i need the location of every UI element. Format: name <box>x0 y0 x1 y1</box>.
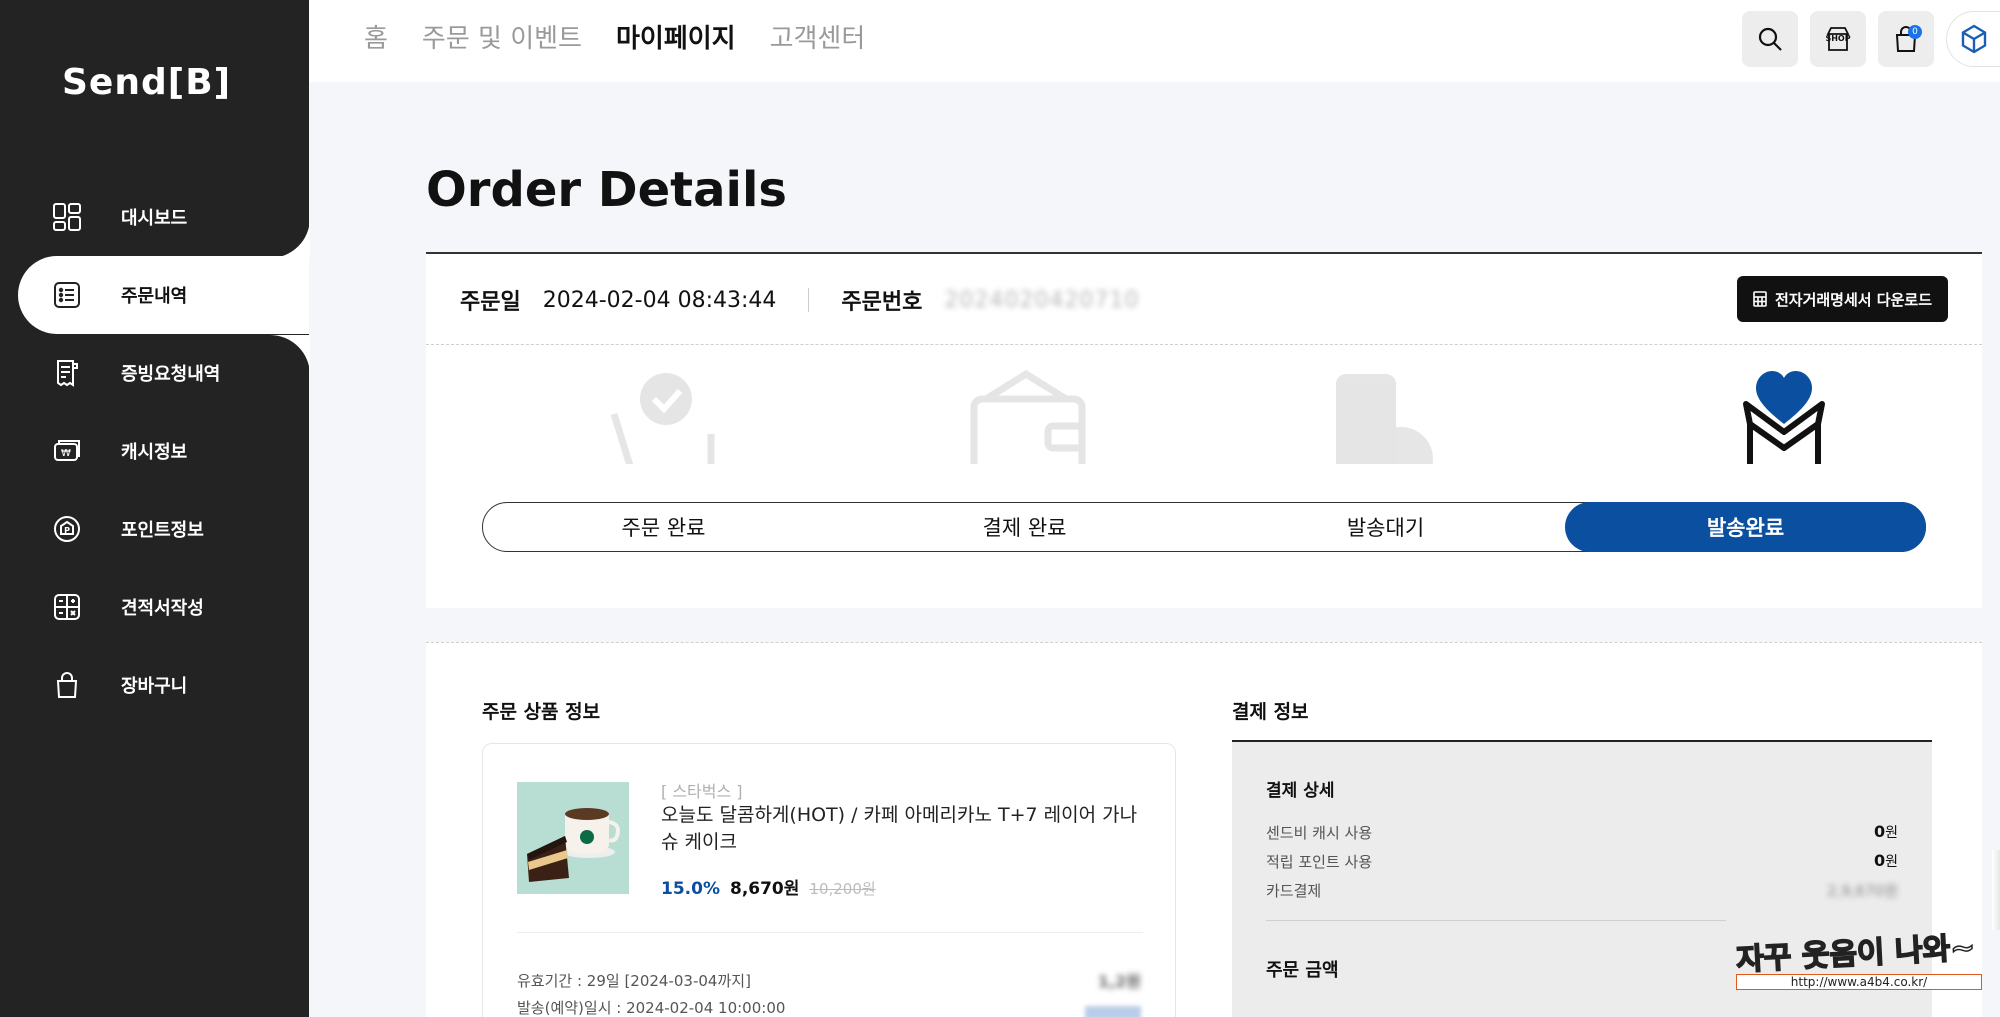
download-invoice-button[interactable]: 전자거래명세서 다운로드 <box>1736 276 1948 322</box>
sidebar-item-cash[interactable]: ₩ 캐시정보 <box>0 412 309 490</box>
original-price: 10,200원 <box>809 880 876 898</box>
send-datetime: 발송(예약)일시 : 2024-02-04 10:00:00 <box>517 999 786 1017</box>
order-list-icon <box>52 280 82 310</box>
order-date-value: 2024-02-04 08:43:44 <box>542 287 777 313</box>
order-progress-bar: 주문 완료 결제 완료 발송대기 발송완료 <box>482 502 1926 552</box>
top-nav-orders-events[interactable]: 주문 및 이벤트 <box>422 18 582 55</box>
payment-row-label: 센드비 캐시 사용 <box>1266 824 1373 842</box>
product-thumbnail[interactable] <box>517 782 629 894</box>
payment-row-points: 적립 포인트 사용 0원 <box>1266 851 1898 872</box>
product-section-title: 주문 상품 정보 <box>482 701 601 723</box>
payment-row-label: 적립 포인트 사용 <box>1266 853 1373 871</box>
payment-row-card: 카드결제 2,9,670원 <box>1266 880 1898 901</box>
progress-illustrations <box>610 369 1825 464</box>
download-invoice-label: 전자거래명세서 다운로드 <box>1774 290 1932 309</box>
payment-total-divider <box>1266 920 1726 921</box>
payment-section-title: 결제 정보 <box>1232 701 1309 723</box>
sidebar-item-quote[interactable]: 견적서작성 <box>0 568 309 646</box>
sidebar-item-cart[interactable]: 장바구니 <box>0 646 309 724</box>
product-item: [ 스타벅스 ] 오늘도 달콤하게(HOT) / 카페 아메리카노 T+7 레이… <box>482 743 1176 1017</box>
sidebar-item-label: 캐시정보 <box>121 442 188 463</box>
watermark: 자꾸 웃음이 나와~ http://www.a4b4.co.kr/ <box>1735 928 1998 990</box>
top-nav: 홈 주문 및 이벤트 마이페이지 고객센터 <box>364 18 865 55</box>
payment-row-amount: 2,9,670원 <box>1826 882 1898 900</box>
search-button[interactable] <box>1742 11 1798 67</box>
payment-row-amount: 0원 <box>1873 822 1898 841</box>
sidebar-item-label: 포인트정보 <box>121 520 204 541</box>
product-name[interactable]: 오늘도 달콤하게(HOT) / 카페 아메리카노 T+7 레이어 가나슈 케이크 <box>661 802 1151 856</box>
order-number-label: 주문번호 <box>841 290 923 315</box>
order-number-value: 2024020420710 <box>944 287 1140 313</box>
heart-box-icon <box>1743 371 1825 464</box>
shop-label: SHOP <box>1825 34 1851 43</box>
step-waiting-shipment: 발송대기 <box>1346 516 1425 540</box>
order-date-label: 주문일 <box>460 290 521 315</box>
svg-text:P: P <box>64 526 70 535</box>
svg-text:₩: ₩ <box>61 448 71 459</box>
payment-row-label: 카드결제 <box>1266 882 1322 900</box>
step-shipped: 발송완료 <box>1565 502 1926 552</box>
search-icon <box>1758 27 1782 51</box>
step-order-complete: 주문 완료 <box>621 516 706 540</box>
meta-separator <box>808 288 810 312</box>
dashboard-icon <box>52 202 82 232</box>
sidebar-nav: 대시보드 주문내역 증빙요청내역 ₩ 캐시정보 P 포인트정보 견적서작성 장바… <box>0 178 309 724</box>
payment-detail-title: 결제 상세 <box>1266 781 1335 801</box>
sidebar-item-label: 대시보드 <box>121 208 188 229</box>
product-divider <box>517 932 1143 933</box>
sidebar-item-orders[interactable]: 주문내역 <box>18 256 309 334</box>
shop-button[interactable]: SHOP <box>1810 11 1866 67</box>
receipt-icon <box>52 358 82 388</box>
point-icon: P <box>52 514 82 544</box>
sidebar-item-label: 장바구니 <box>121 676 188 697</box>
sidebar-item-label: 견적서작성 <box>121 598 204 619</box>
payment-row-amount: 0원 <box>1873 851 1898 870</box>
watermark-text: 자꾸 웃음이 나와~ <box>1735 930 1977 979</box>
sidebar-item-receipts[interactable]: 증빙요청내역 <box>0 334 309 412</box>
payment-row-cash: 센드비 캐시 사용 0원 <box>1266 822 1898 843</box>
order-summary-card: 주문일 2024-02-04 08:43:44 주문번호 20240204207… <box>426 254 1982 608</box>
cart-count-badge: 0 <box>1908 25 1922 39</box>
blurred-amount: 1,2원 <box>1097 972 1141 991</box>
calculator-icon <box>1753 291 1767 307</box>
sidebar-item-dashboard[interactable]: 대시보드 <box>0 178 309 256</box>
price-row: 15.0% 8,670원 10,200원 <box>661 874 876 899</box>
quote-icon <box>52 592 82 622</box>
page-title: Order Details <box>426 162 787 218</box>
sale-price: 8,670원 <box>729 879 800 899</box>
cart-button[interactable]: 0 <box>1878 11 1934 67</box>
logo[interactable]: Send[B] <box>62 62 231 103</box>
bag-icon <box>52 670 82 700</box>
coffee-cake-image <box>517 782 629 894</box>
sidebar-item-label: 증빙요청내역 <box>121 364 221 385</box>
order-meta: 주문일 2024-02-04 08:43:44 주문번호 20240204207… <box>460 284 1139 316</box>
product-brand: [ 스타벅스 ] <box>661 782 743 801</box>
top-bar: 홈 주문 및 이벤트 마이페이지 고객센터 SHOP 0 <box>309 0 2000 82</box>
blurred-status-button[interactable] <box>1085 1006 1141 1017</box>
top-nav-home[interactable]: 홈 <box>364 18 388 55</box>
wallet-icon <box>970 369 1086 464</box>
sidebar: Send[B] 대시보드 주문내역 증빙요청내역 ₩ 캐시정보 P 포인트정보 … <box>0 0 310 1017</box>
profile-button[interactable] <box>1946 11 2000 67</box>
hexagon-logo-icon <box>1961 24 1986 54</box>
order-total-label: 주문 금액 <box>1266 960 1339 981</box>
validity-period: 유효기간 : 29일 [2024-03-04까지] <box>517 972 751 990</box>
top-icons: SHOP 0 <box>1742 11 2000 67</box>
edge-shadow <box>1992 850 2000 930</box>
top-nav-support[interactable]: 고객센터 <box>770 18 866 55</box>
step-payment-complete: 결제 완료 <box>982 516 1067 540</box>
top-nav-mypage[interactable]: 마이페이지 <box>616 18 736 55</box>
discount-rate: 15.0% <box>661 879 720 899</box>
building-chat-icon <box>1336 374 1433 464</box>
cash-icon: ₩ <box>52 436 82 466</box>
sidebar-item-points[interactable]: P 포인트정보 <box>0 490 309 568</box>
sidebar-item-label: 주문내역 <box>121 286 188 307</box>
cart-check-icon <box>610 373 715 464</box>
